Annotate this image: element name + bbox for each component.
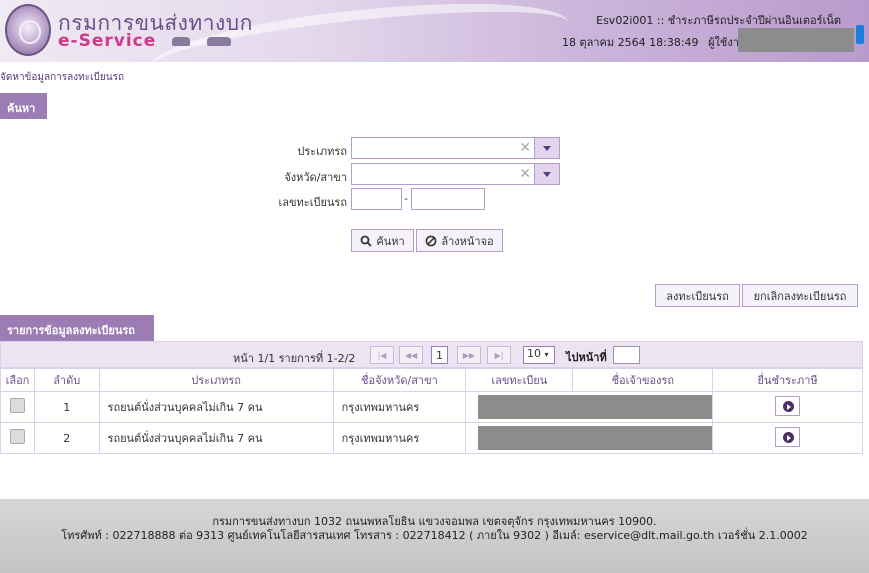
plate-label: เลขทะเบียนรถ bbox=[278, 196, 347, 209]
plate-owner-redacted bbox=[478, 426, 713, 450]
clear-icon[interactable]: ✕ bbox=[519, 140, 531, 156]
search-button-label: ค้นหา bbox=[376, 234, 405, 248]
search-section-tab: ค้นหา bbox=[0, 93, 47, 119]
row-checkbox[interactable] bbox=[9, 429, 25, 444]
header-datetime-user: 18 ตุลาคม 2564 18:38:49 ผู้ใช้งาน bbox=[562, 33, 746, 51]
pay-tax-play-icon[interactable] bbox=[775, 395, 801, 416]
province-label: จังหวัด/สาขา bbox=[284, 171, 347, 184]
clear-button[interactable]: ล้างหน้าจอ bbox=[416, 229, 503, 252]
cancel-register-button[interactable]: ยกเลิกลงทะเบียนรถ bbox=[742, 284, 858, 307]
plate-separator: - bbox=[404, 192, 408, 205]
row-index: 2 bbox=[33, 422, 100, 454]
chevron-down-icon[interactable] bbox=[534, 137, 560, 159]
program-title: Esv02i001 :: ชำระภาษีรถประจำปีผ่านอินเตอ… bbox=[596, 14, 841, 27]
brand-eservice: e-Service bbox=[58, 31, 156, 51]
clear-icon[interactable]: ✕ bbox=[519, 166, 531, 182]
chevron-down-icon[interactable] bbox=[534, 163, 560, 185]
table-row: 1 รถยนต์นั่งส่วนบุคคลไม่เกิน 7 คน กรุงเท… bbox=[0, 391, 863, 423]
table-row: 2 รถยนต์นั่งส่วนบุคคลไม่เกิน 7 คน กรุงเท… bbox=[0, 422, 863, 454]
search-button[interactable]: ค้นหา bbox=[351, 229, 414, 252]
logout-marker[interactable] bbox=[856, 25, 864, 44]
ban-icon bbox=[425, 235, 437, 246]
table-header-row: เลือก ลำดับ ประเภทรถ ชื่อจังหวัด/สาขา เล… bbox=[0, 368, 863, 392]
goto-page-label: ไปหน้าที่ bbox=[566, 351, 607, 364]
results-section-tab: รายการข้อมูลลงทะเบียนรถ bbox=[0, 315, 154, 341]
register-button[interactable]: ลงทะเบียนรถ bbox=[655, 284, 740, 307]
van-icon bbox=[207, 37, 231, 46]
col-plate: เลขทะเบียน bbox=[465, 368, 574, 392]
col-pay-tax: ยื่นชำระภาษี bbox=[712, 368, 863, 392]
row-checkbox[interactable] bbox=[9, 398, 25, 413]
goto-page-input[interactable] bbox=[613, 346, 640, 364]
footer-contact: โทรศัพท์ : 022718888 ต่อ 9313 ศูนย์เทคโน… bbox=[61, 529, 808, 542]
prev-page-icon[interactable]: ◀◀ bbox=[399, 346, 423, 364]
row-index: 1 bbox=[33, 391, 100, 423]
user-name-redacted bbox=[738, 28, 854, 52]
pay-tax-play-icon[interactable] bbox=[775, 426, 801, 447]
page-size-select[interactable]: 10 ▾ bbox=[523, 346, 555, 364]
plate-prefix-input[interactable] bbox=[351, 188, 402, 210]
car-icon bbox=[172, 37, 190, 46]
clear-button-label: ล้างหน้าจอ bbox=[441, 234, 494, 248]
first-page-icon[interactable]: |◀ bbox=[370, 346, 394, 364]
breadcrumb: จัดหาข้อมูลการลงทะเบียนรถ bbox=[0, 72, 125, 83]
datetime: 18 ตุลาคม 2564 18:38:49 bbox=[562, 36, 699, 49]
province-select[interactable]: ✕ bbox=[351, 163, 560, 185]
row-province: กรุงเทพมหานคร bbox=[332, 391, 467, 423]
dlt-seal-logo bbox=[5, 4, 51, 56]
app-header: กรมการขนส่งทางบก e-Service Esv02i001 :: … bbox=[0, 0, 869, 62]
page-footer: กรมการขนส่งทางบก 1032 ถนนพหลโยธิน แขวงจอ… bbox=[0, 499, 869, 573]
vehicle-type-select[interactable]: ✕ bbox=[351, 137, 560, 159]
vehicle-type-label: ประเภทรถ bbox=[297, 145, 347, 158]
brand-e-letter: e bbox=[58, 31, 71, 51]
row-vehicle-type: รถยนต์นั่งส่วนบุคคลไม่เกิน 7 คน bbox=[98, 391, 334, 423]
brand-service-word: -Service bbox=[70, 31, 157, 51]
page-size-value: 10 bbox=[527, 347, 541, 360]
col-select: เลือก bbox=[0, 368, 35, 392]
col-vehicle-type: ประเภทรถ bbox=[98, 368, 334, 392]
vehicle-registration-table: เลือก ลำดับ ประเภทรถ ชื่อจังหวัด/สาขา เล… bbox=[0, 368, 863, 454]
row-vehicle-type: รถยนต์นั่งส่วนบุคคลไม่เกิน 7 คน bbox=[98, 422, 334, 454]
col-province: ชื่อจังหวัด/สาขา bbox=[332, 368, 467, 392]
chevron-down-icon: ▾ bbox=[544, 350, 549, 359]
plate-owner-redacted bbox=[478, 395, 713, 419]
col-owner: ชื่อเจ้าของรถ bbox=[572, 368, 714, 392]
pager-bar: หน้า 1/1 รายการที่ 1-2/2 |◀ ◀◀ 1 ▶▶ ▶| 1… bbox=[0, 341, 863, 368]
row-province: กรุงเทพมหานคร bbox=[332, 422, 467, 454]
current-page-button[interactable]: 1 bbox=[431, 346, 448, 364]
plate-number-input[interactable] bbox=[411, 188, 485, 210]
last-page-icon[interactable]: ▶| bbox=[487, 346, 511, 364]
search-icon bbox=[360, 235, 372, 247]
next-page-icon[interactable]: ▶▶ bbox=[457, 346, 481, 364]
pager-summary: หน้า 1/1 รายการที่ 1-2/2 bbox=[233, 352, 356, 365]
col-index: ลำดับ bbox=[33, 368, 100, 392]
